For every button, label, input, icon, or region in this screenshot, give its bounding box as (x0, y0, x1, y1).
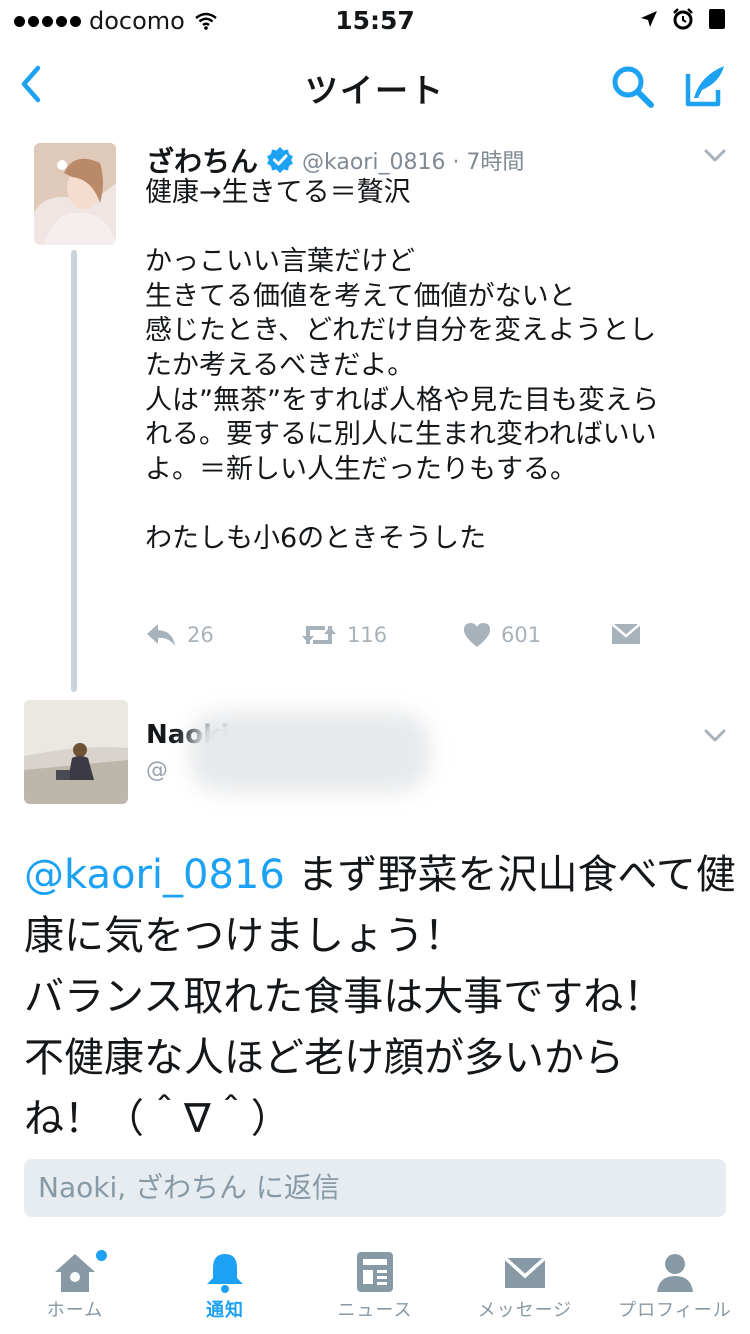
tab-label: ニュース (337, 1300, 413, 1321)
tab-bar: ホーム 通知 ニュース メッセージ プロフィール (0, 1240, 750, 1334)
tab-notifications[interactable]: 通知 (150, 1240, 300, 1322)
like-count: 601 (501, 623, 542, 647)
tab-label: プロフィール (618, 1300, 732, 1321)
tweet-line: バランス取れた食事は大事ですね！ (24, 974, 664, 1020)
tweet-line: 生きてる価値を考えて価値がないと (145, 280, 576, 312)
tweet-line (145, 487, 725, 522)
alarm-icon (673, 8, 693, 30)
tweet2-text: @kaori_0816 まず野菜を沢山食べて健 康に気をつけましょう！ バランス… (24, 845, 736, 1150)
reply-button[interactable]: 26 (145, 622, 214, 648)
tab-messages[interactable]: メッセージ (450, 1240, 600, 1322)
tweet-line: 人は”無茶”をすれば人格や見た目も変えら (145, 384, 659, 416)
nav-bar: ツイート (0, 40, 750, 128)
avatar-photo (34, 143, 116, 245)
tweet-line: れる。要するに別人に生まれ変わればいい (145, 419, 657, 451)
tab-label: ホーム (46, 1300, 104, 1321)
tweet-line: 不健康な人ほど老け顔が多いから (24, 1035, 624, 1081)
tweet-line: 健康→生きてる＝贅沢 (145, 177, 411, 208)
status-bar: docomo 15:57 (0, 0, 750, 40)
tweet1-actions: 26 116 601 (145, 622, 705, 656)
tab-news[interactable]: ニュース (300, 1240, 450, 1322)
search-icon[interactable] (608, 62, 656, 110)
home-icon (55, 1254, 95, 1292)
tweet1-header: ざわちん @kaori_0816 · 7時間 (146, 140, 524, 180)
clock: 15:57 (335, 6, 415, 35)
envelope-icon (503, 1256, 547, 1288)
dm-button[interactable] (611, 622, 651, 646)
reply-count: 26 (187, 623, 214, 647)
author-name[interactable]: ざわちん (146, 140, 258, 180)
avatar-naoki[interactable] (24, 700, 128, 804)
thread-line (71, 250, 77, 692)
tweet-line: ね！（＾∇＾） (24, 1096, 291, 1142)
tab-label: 通知 (206, 1300, 244, 1321)
reply-input[interactable]: Naoki, ざわちん に返信 (24, 1159, 726, 1217)
mention-link[interactable]: @kaori_0816 (24, 852, 285, 898)
retweet-count: 116 (347, 623, 388, 647)
envelope-icon (611, 623, 641, 644)
location-icon (641, 11, 657, 27)
compose-icon[interactable] (680, 60, 730, 110)
tweet-line: たか考えるべきだよ。 (145, 349, 415, 381)
like-button[interactable]: 601 (463, 622, 541, 648)
heart-icon (464, 623, 490, 647)
tab-label: メッセージ (477, 1300, 573, 1321)
chevron-down-icon[interactable] (704, 148, 726, 164)
tweet-line: わたしも小6のときそうした (145, 522, 487, 554)
verified-badge-icon (267, 147, 294, 173)
reply-icon (147, 624, 175, 646)
battery-icon (709, 9, 725, 29)
tweet-line: よ。＝新しい人生だったりもする。 (145, 453, 577, 485)
tweet-line: かっこいい言葉だけど (145, 246, 415, 278)
tab-profile[interactable]: プロフィール (600, 1240, 750, 1322)
tab-home[interactable]: ホーム (0, 1240, 150, 1322)
tweet-line: 康に気をつけましょう！ (24, 913, 464, 959)
tweet-line-text: まず野菜を沢山食べて健 (284, 852, 736, 898)
tweet1-text: 健康→生きてる＝贅沢 かっこいい言葉だけど 生きてる価値を考えて価値がないと 感… (145, 176, 725, 557)
tweet-line (145, 211, 725, 246)
bell-icon (207, 1254, 243, 1293)
chevron-down-icon[interactable] (704, 728, 726, 744)
avatar-photo (24, 700, 128, 804)
author-handle: @ (146, 758, 168, 783)
news-icon (357, 1252, 393, 1292)
notification-dot (96, 1250, 107, 1261)
tweet-line: @kaori_0816 まず野菜を沢山食べて健 (24, 845, 736, 906)
profile-icon (657, 1254, 693, 1292)
blurred-handle-mask (190, 712, 430, 792)
status-icons (640, 8, 728, 30)
retweet-icon (302, 626, 336, 644)
avatar-zawachin[interactable] (34, 143, 116, 245)
tweet-line: 感じたとき、どれだけ自分を変えようとし (145, 315, 657, 347)
author-handle-time: @kaori_0816 · 7時間 (302, 150, 525, 175)
retweet-button[interactable]: 116 (301, 622, 387, 648)
